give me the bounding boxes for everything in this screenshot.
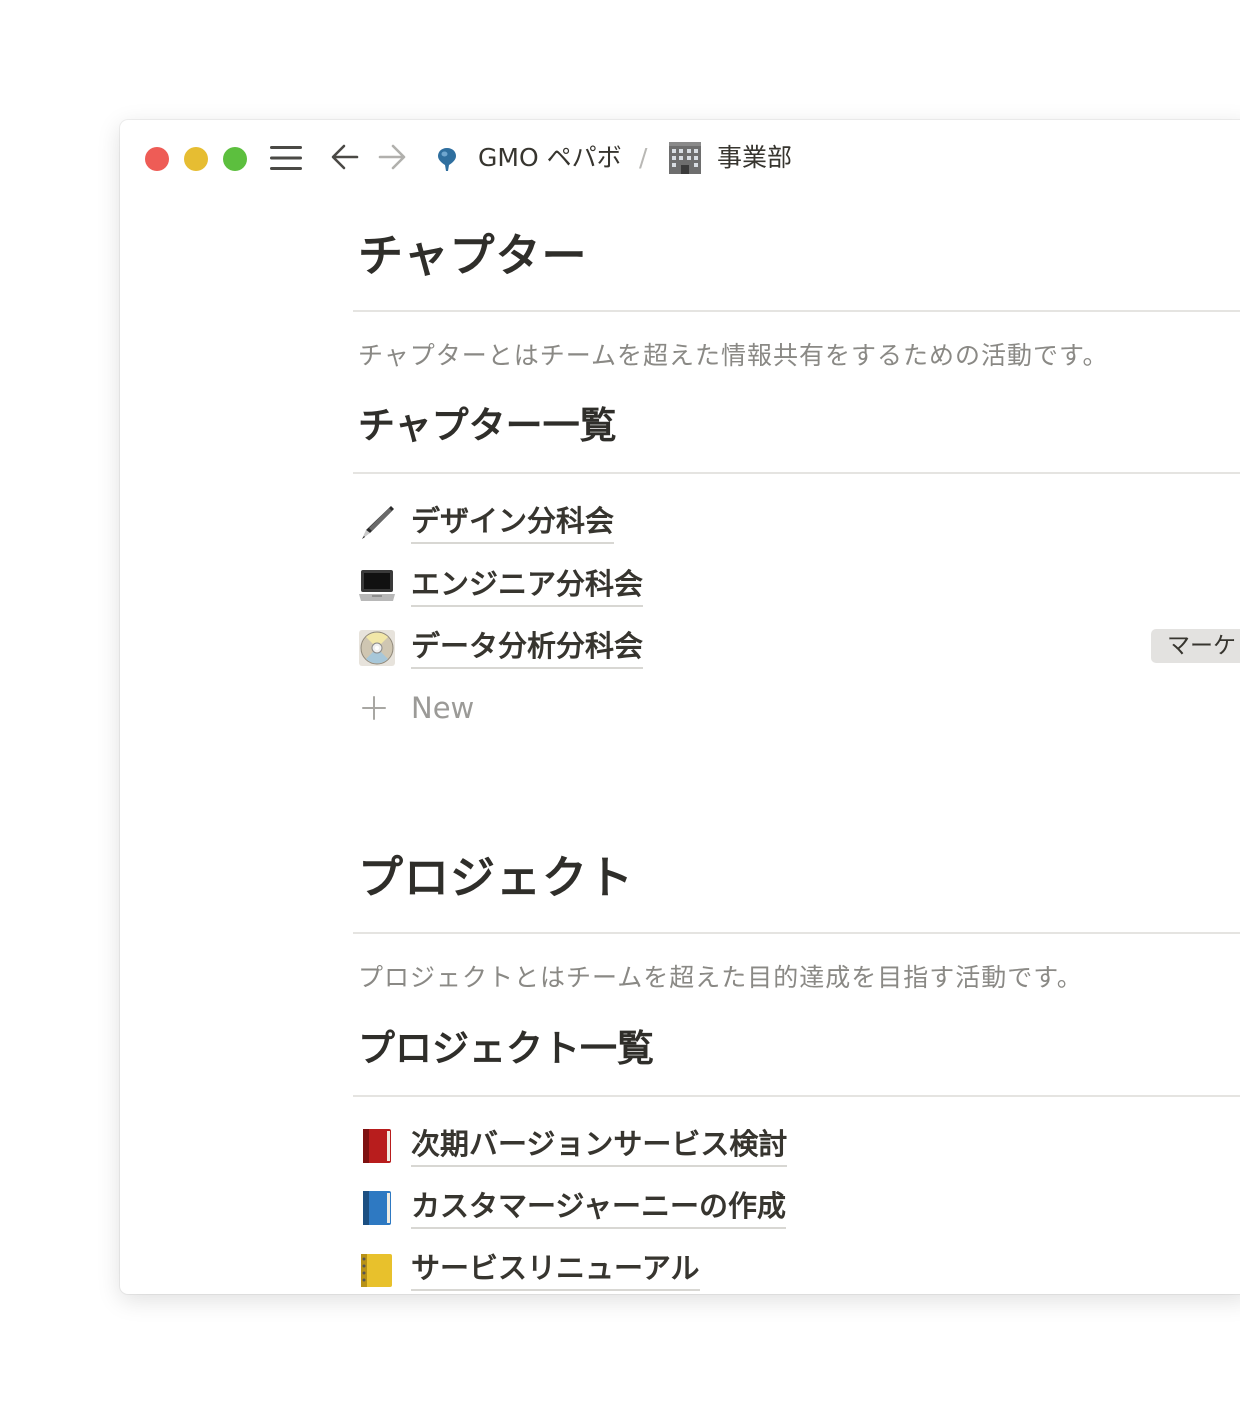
category-tag: マーケ: [1151, 629, 1240, 663]
chapter-item-label: エンジニア分科会: [411, 564, 644, 607]
project-list-heading: プロジェクト一覧: [358, 1027, 654, 1070]
ledger-icon: [361, 1254, 392, 1287]
breadcrumb-workspace[interactable]: GMO ペパボ: [478, 140, 622, 176]
blue-book-icon: [363, 1191, 391, 1225]
chapter-heading: チャプター: [358, 229, 588, 282]
arrow-right-icon[interactable]: [377, 142, 407, 172]
project-item-label: カスタマージャーニーの作成: [411, 1186, 786, 1229]
breadcrumb-separator: /: [639, 143, 648, 172]
divider: [353, 932, 1240, 934]
divider: [353, 472, 1240, 474]
arrow-left-icon[interactable]: [330, 142, 360, 172]
project-description: プロジェクトとはチームを超えた目的達成を目指す活動です。: [358, 963, 1083, 992]
chapter-item-label: データ分析分科会: [411, 626, 644, 669]
project-heading: プロジェクト: [358, 851, 635, 904]
laptop-icon: [359, 570, 395, 601]
hamburger-menu-icon[interactable]: [270, 144, 302, 172]
new-page-label: New: [411, 691, 475, 725]
breadcrumb-page[interactable]: 事業部: [717, 140, 792, 176]
chapter-description: チャプターとはチームを超えた情報共有をするための活動です。: [358, 341, 1109, 370]
project-item-label: サービスリニューアル: [411, 1248, 700, 1291]
divider: [353, 310, 1240, 312]
minimize-window-button[interactable]: [184, 147, 208, 171]
title-bar: GMO ペパボ / 事業部: [120, 120, 1240, 196]
office-building-icon: [669, 142, 701, 174]
chapter-item-label: デザイン分科会: [411, 501, 615, 544]
pen-icon: [362, 506, 394, 539]
chapter-list-heading: チャプター一覧: [358, 404, 617, 447]
app-window: GMO ペパボ / 事業部 チャプター チャプターとはチームを超えた情報共有をす…: [120, 120, 1240, 1294]
new-page-button[interactable]: New: [358, 688, 498, 728]
divider: [353, 1095, 1240, 1097]
zoom-window-button[interactable]: [223, 147, 247, 171]
pin-icon: [438, 148, 456, 171]
plus-icon: [362, 696, 386, 720]
dvd-icon: [359, 630, 395, 666]
project-item-label: 次期バージョンサービス検討: [411, 1124, 788, 1167]
close-window-button[interactable]: [145, 147, 169, 171]
red-book-icon: [363, 1129, 391, 1163]
